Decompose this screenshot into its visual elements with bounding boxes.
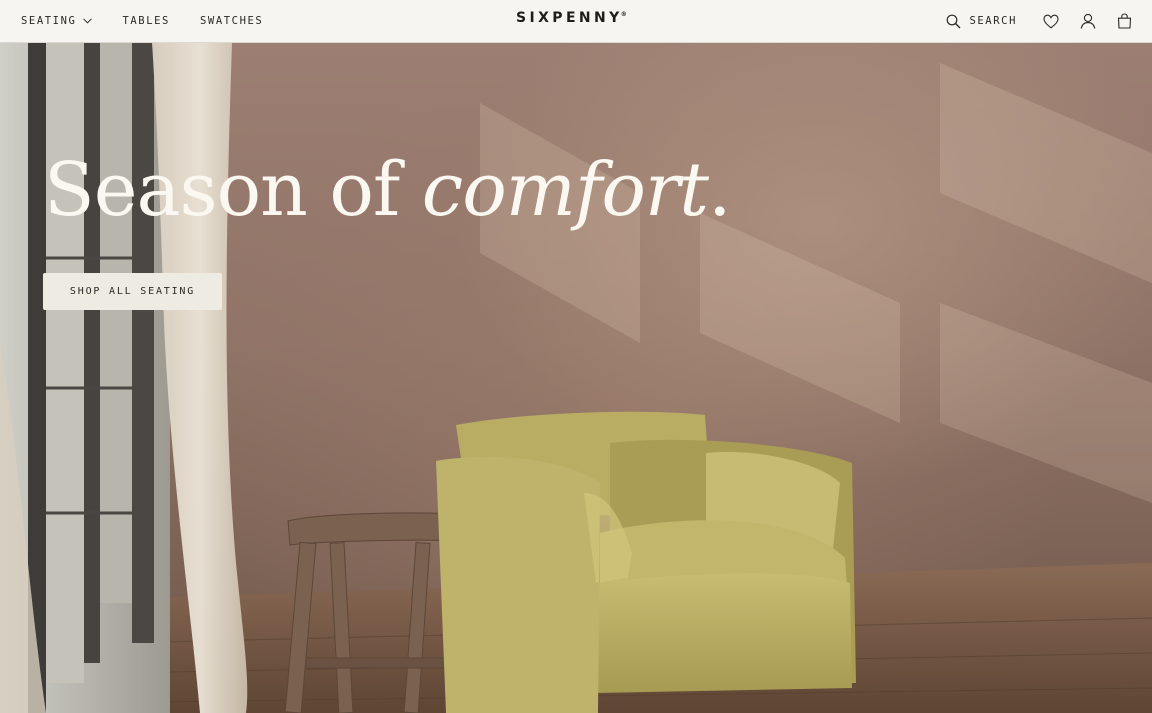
hero-headline: Season of comfort. [44,153,732,227]
cart-button[interactable] [1117,13,1132,29]
account-button[interactable] [1080,13,1096,29]
hero-image [0,43,1152,713]
shop-all-seating-button[interactable]: SHOP ALL SEATING [43,273,222,310]
headline-regular: Season of [44,147,422,233]
nav-item-tables[interactable]: TABLES [122,15,170,27]
site-header: SEATING TABLES SWATCHES SIXPENNY ® SEARC… [0,0,1152,43]
heart-icon [1043,14,1059,29]
site-logo[interactable]: SIXPENNY ® [516,10,627,30]
search-icon [947,14,961,28]
account-icon [1080,13,1096,29]
logo-trademark: ® [620,11,627,18]
nav-item-seating[interactable]: SEATING [21,15,93,27]
nav-item-label: TABLES [122,15,170,27]
primary-nav: SEATING TABLES SWATCHES [21,0,293,42]
headline-period: . [708,147,732,233]
search-label: SEARCH [969,15,1017,27]
nav-item-swatches[interactable]: SWATCHES [200,15,263,27]
armchair [436,411,856,713]
logo-text: SIXPENNY [516,10,623,26]
wishlist-button[interactable] [1043,14,1059,29]
nav-item-label: SEATING [21,15,77,27]
headline-italic: comfort [421,147,709,233]
chevron-down-icon [83,18,93,24]
bag-icon [1117,13,1132,29]
search-button[interactable]: SEARCH [946,14,1017,29]
utility-nav: SEARCH [946,0,1132,42]
nav-item-label: SWATCHES [199,15,264,27]
hero-banner: Season of comfort. SHOP ALL SEATING [0,43,1152,713]
